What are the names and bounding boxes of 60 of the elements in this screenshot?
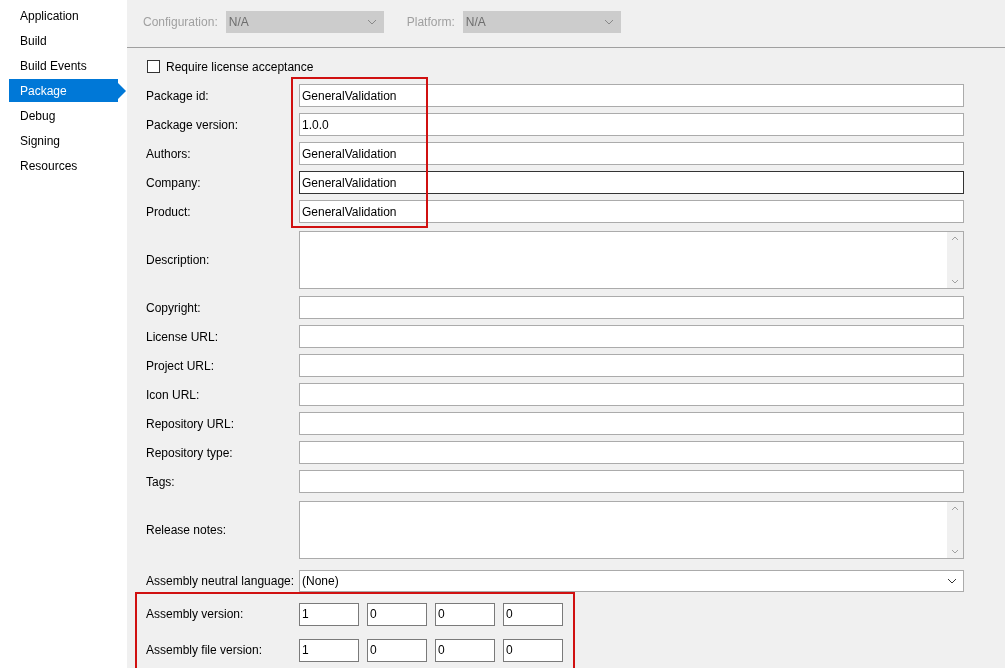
version-field[interactable]: 0 [367, 602, 427, 626]
field-label: Product: [146, 203, 192, 221]
sidebar-item[interactable]: Build [9, 29, 118, 52]
scroll-down-icon[interactable] [951, 278, 959, 284]
field-label: License URL: [146, 328, 220, 346]
scroll-up-icon[interactable] [951, 235, 959, 241]
text-field[interactable]: GeneralValidation [299, 171, 964, 194]
field-label: Description: [146, 251, 211, 269]
text-field[interactable] [299, 383, 964, 406]
field-label: Authors: [146, 145, 192, 163]
checkbox-label: Require license acceptance [166, 58, 314, 76]
field-label: Repository URL: [146, 415, 236, 433]
field-label: Assembly file version: [146, 642, 264, 659]
text-field[interactable] [299, 470, 964, 493]
scroll-up-icon[interactable] [951, 505, 959, 511]
version-field[interactable]: 0 [503, 638, 563, 662]
dropdown[interactable]: (None) [299, 569, 964, 592]
chevron-down-icon [947, 577, 957, 584]
field-label: Assembly version: [146, 606, 245, 623]
version-field[interactable]: 1 [299, 638, 359, 662]
checkbox[interactable] [147, 60, 160, 74]
sidebar-item[interactable]: Debug [9, 104, 118, 127]
toolbar-label: Configuration: [143, 14, 218, 32]
text-field[interactable] [299, 412, 964, 435]
sidebar-item[interactable]: Build Events [9, 54, 118, 77]
version-field[interactable]: 0 [503, 602, 563, 626]
chevron-down-icon [366, 19, 377, 26]
field-label: Release notes: [146, 521, 228, 539]
multiline-field[interactable] [299, 230, 964, 289]
text-field[interactable]: GeneralValidation [299, 200, 964, 223]
field-label: Assembly neutral language: [146, 572, 296, 590]
multiline-field[interactable] [299, 500, 964, 559]
version-field[interactable]: 1 [299, 602, 359, 626]
text-field[interactable] [299, 441, 964, 464]
version-field[interactable]: 0 [435, 602, 495, 626]
selection-arrow-icon [118, 82, 126, 99]
version-field[interactable]: 0 [367, 638, 427, 662]
sidebar-item[interactable]: Resources [9, 154, 118, 177]
field-label: Package version: [146, 116, 240, 134]
scroll-down-icon[interactable] [951, 548, 959, 554]
sidebar-item[interactable]: Signing [9, 129, 118, 152]
text-field[interactable]: 1.0.0 [299, 113, 964, 136]
field-label: Tags: [146, 473, 176, 491]
field-label: Company: [146, 174, 202, 192]
field-label: Copyright: [146, 299, 202, 317]
text-field[interactable]: GeneralValidation [299, 142, 964, 165]
field-label: Package id: [146, 87, 210, 105]
version-field[interactable]: 0 [435, 638, 495, 662]
text-field[interactable]: GeneralValidation [299, 84, 964, 107]
text-field[interactable] [299, 354, 964, 377]
field-label: Icon URL: [146, 386, 201, 404]
text-field[interactable] [299, 325, 964, 348]
scrollbar[interactable] [947, 501, 963, 558]
scrollbar[interactable] [947, 231, 963, 288]
sidebar-item[interactable]: Application [9, 4, 118, 27]
chevron-down-icon [603, 19, 614, 26]
field-label: Project URL: [146, 357, 216, 375]
field-label: Repository type: [146, 444, 234, 462]
text-field[interactable] [299, 296, 964, 319]
toolbar-label: Platform: [406, 14, 455, 32]
